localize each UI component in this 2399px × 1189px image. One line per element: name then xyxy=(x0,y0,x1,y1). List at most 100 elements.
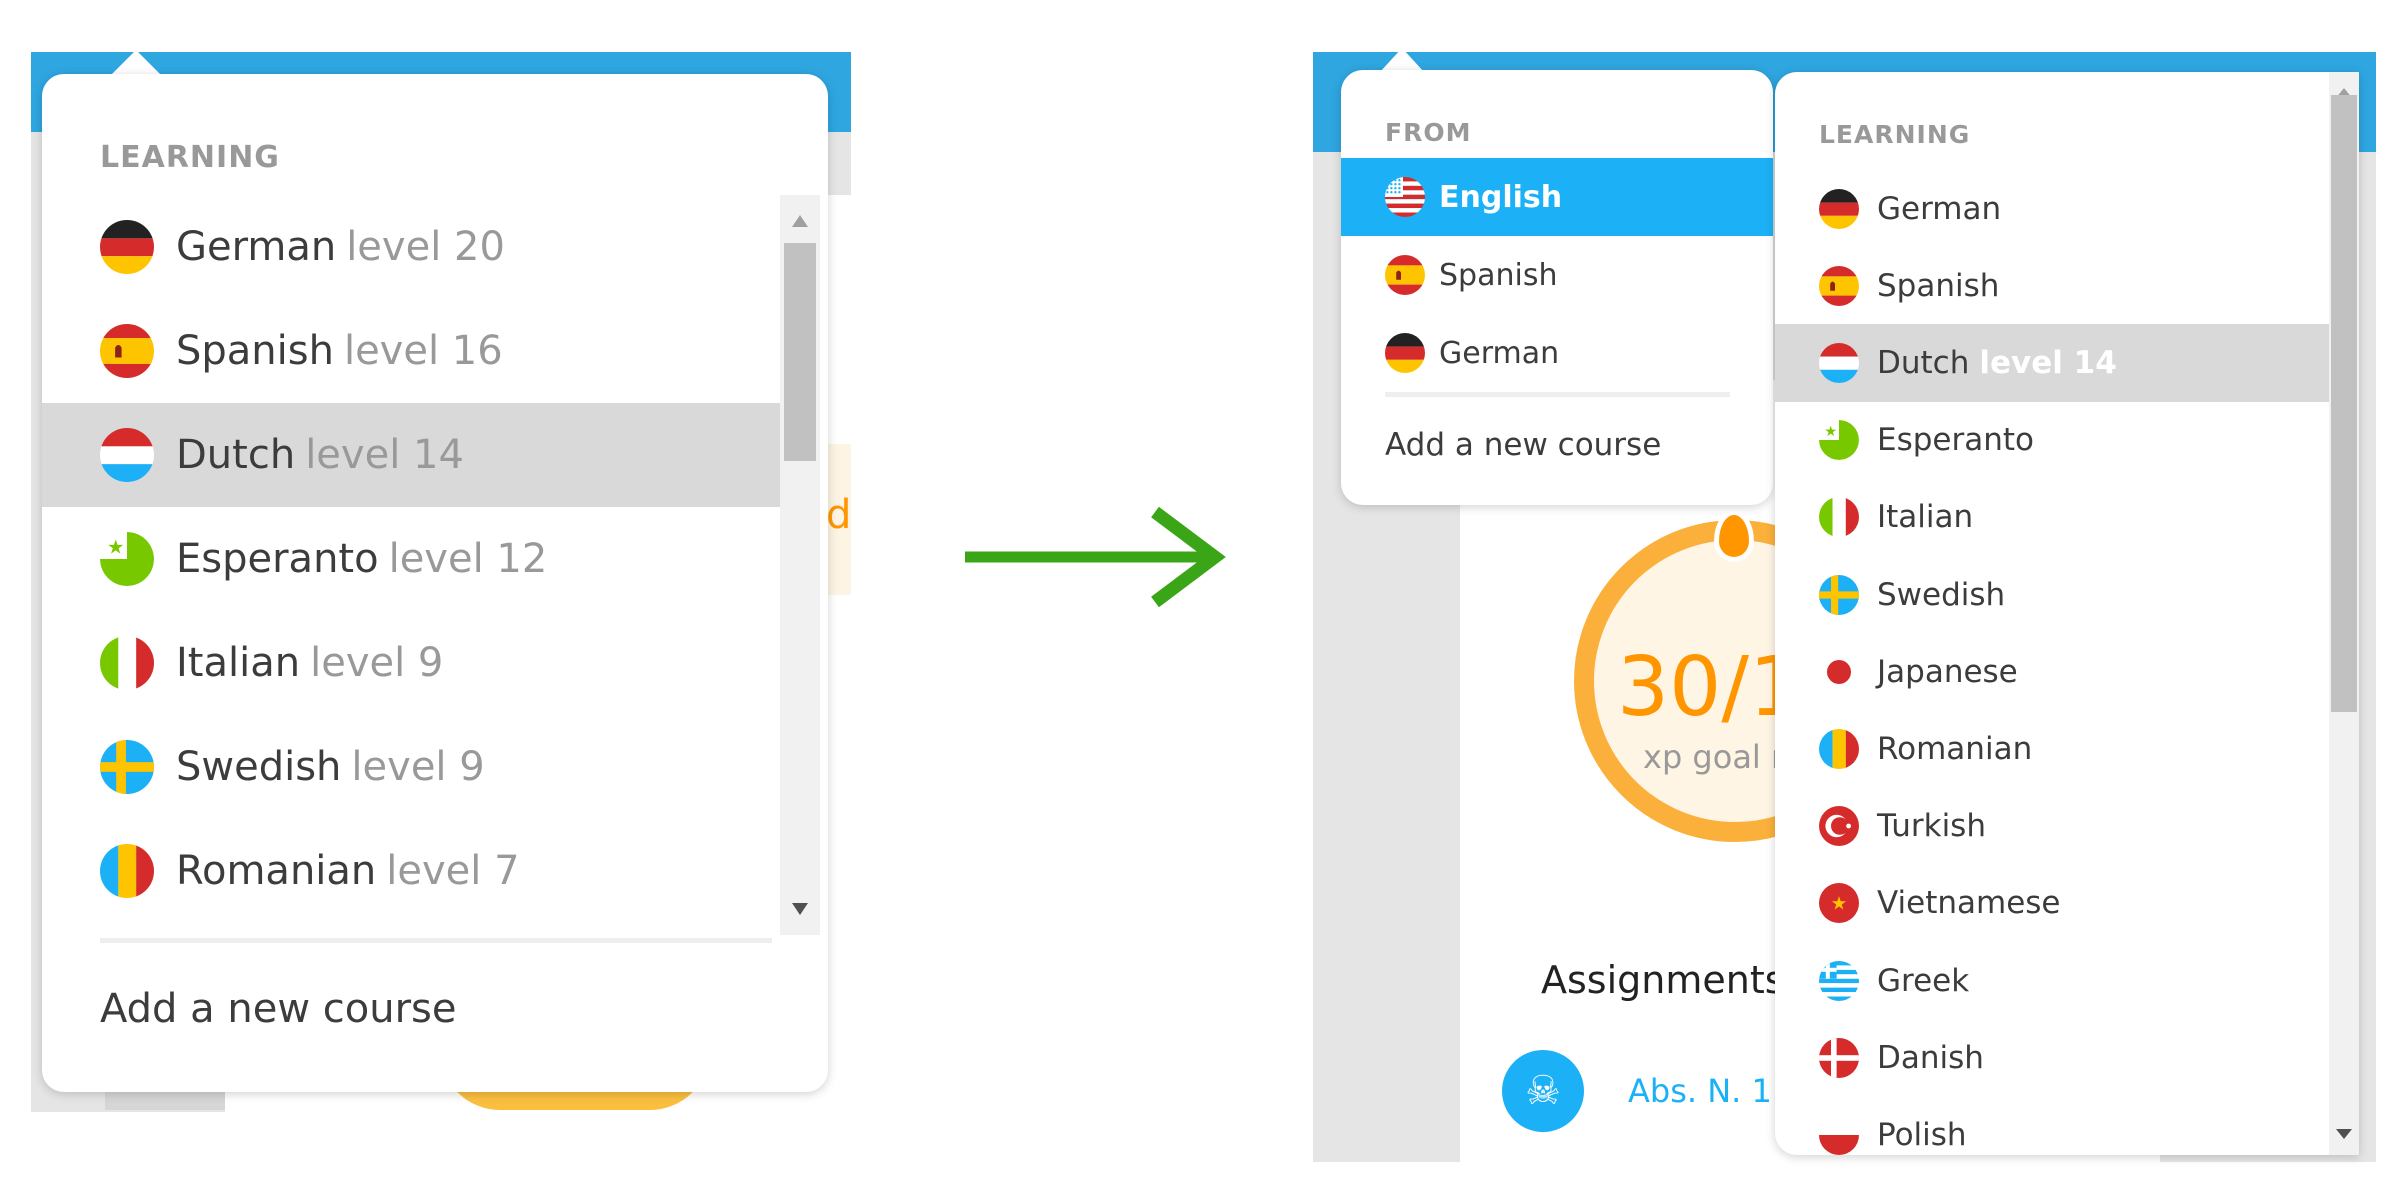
flag-nl-icon xyxy=(1819,342,1859,383)
language-name: Vietnamese xyxy=(1877,885,2061,922)
language-level: level 14 xyxy=(305,432,464,478)
assignment-link[interactable]: Abs. N. 1 xyxy=(1628,1072,1772,1110)
flag-gr-icon xyxy=(1819,960,1859,1001)
language-item-spanish[interactable]: Spanish xyxy=(1341,236,1773,314)
language-name: Italian xyxy=(176,640,301,686)
language-item-dutch[interactable]: Dutch level 14 xyxy=(1775,324,2329,402)
language-item-esperanto[interactable]: ★ Esperanto xyxy=(1775,402,2329,479)
language-name: German xyxy=(1877,190,2002,227)
language-name: German xyxy=(1439,335,1560,371)
divider xyxy=(100,938,772,943)
language-name: Turkish xyxy=(1877,808,1986,845)
scroll-down-icon[interactable] xyxy=(792,903,808,915)
language-item-esperanto[interactable]: ★ Esperanto level 12 xyxy=(42,507,780,611)
svg-text:★: ★ xyxy=(1831,894,1848,915)
language-item-swedish[interactable]: Swedish xyxy=(1775,556,2329,633)
language-name: German xyxy=(176,224,337,270)
language-item-english[interactable]: English xyxy=(1341,158,1773,236)
language-item-greek[interactable]: Greek xyxy=(1775,942,2329,1019)
svg-text:★: ★ xyxy=(107,536,124,559)
language-item-spanish[interactable]: Spanish xyxy=(1775,247,2329,324)
language-item-spanish[interactable]: Spanish level 16 xyxy=(42,299,780,403)
flag-tr-icon xyxy=(1819,806,1859,847)
language-item-italian[interactable]: Italian xyxy=(1775,479,2329,556)
language-item-german[interactable]: German xyxy=(1341,314,1773,392)
banner-partial-text: d xyxy=(826,492,851,538)
scrollbar[interactable] xyxy=(780,195,820,935)
language-name: Dutch xyxy=(1877,344,1970,381)
flag-es-icon xyxy=(1819,265,1859,306)
flag-se-icon xyxy=(100,740,154,794)
language-name: Esperanto xyxy=(176,536,379,582)
add-course-link[interactable]: Add a new course xyxy=(1385,427,1661,463)
language-name: Romanian xyxy=(1877,730,2033,767)
flag-it-icon xyxy=(1819,497,1859,538)
language-item-vietnamese[interactable]: ★ Vietnamese xyxy=(1775,865,2329,942)
language-item-italian[interactable]: Italian level 9 xyxy=(42,611,780,715)
language-name: Japanese xyxy=(1877,653,2018,690)
flag-dk-icon xyxy=(1819,1037,1859,1078)
flag-ro-icon xyxy=(1819,728,1859,769)
language-name: English xyxy=(1439,179,1563,215)
flag-jp-icon xyxy=(1819,651,1859,692)
skull-icon: ☠ xyxy=(1502,1050,1584,1132)
language-item-german[interactable]: German xyxy=(1775,170,2329,247)
flag-se-icon xyxy=(1819,574,1859,615)
flag-es-icon xyxy=(100,324,154,378)
language-level: level 14 xyxy=(1979,344,2117,381)
scroll-up-icon[interactable] xyxy=(792,215,808,227)
section-label-learning: LEARNING xyxy=(100,140,280,175)
flag-eo-icon: ★ xyxy=(1819,420,1859,461)
flag-ro-icon xyxy=(100,844,154,898)
language-item-german[interactable]: German level 20 xyxy=(42,195,780,299)
learning-language-dropdown: LEARNING German Spanish Dutch level 14 ★ Espe… xyxy=(1775,72,2359,1155)
assignments-title: Assignments xyxy=(1541,958,1785,1002)
language-name: Spanish xyxy=(1877,267,2000,304)
language-item-dutch[interactable]: Dutch level 14 xyxy=(42,403,780,507)
popup-caret xyxy=(1380,48,1424,72)
language-level: level 20 xyxy=(346,224,505,270)
language-item-swedish[interactable]: Swedish level 9 xyxy=(42,715,780,819)
language-item-polish[interactable]: Polish xyxy=(1775,1096,2329,1155)
flag-it-icon xyxy=(100,636,154,690)
language-name: Romanian xyxy=(176,848,377,894)
language-item-danish[interactable]: Danish xyxy=(1775,1019,2329,1096)
flag-pl-icon xyxy=(1819,1114,1859,1155)
scrollbar[interactable] xyxy=(2329,72,2359,1155)
language-name: Danish xyxy=(1877,1039,1984,1076)
scrollbar-thumb[interactable] xyxy=(784,243,816,461)
language-item-turkish[interactable]: Turkish xyxy=(1775,788,2329,865)
xp-goal-label: xp goal r xyxy=(1643,738,1785,776)
language-name: Spanish xyxy=(176,328,334,374)
language-item-romanian[interactable]: Romanian xyxy=(1775,710,2329,787)
right-arrow-icon xyxy=(965,506,1226,608)
divider xyxy=(1385,392,1730,397)
scrollbar-thumb[interactable] xyxy=(2331,95,2357,712)
scroll-down-icon[interactable] xyxy=(2336,1129,2352,1139)
section-label-learning: LEARNING xyxy=(1819,120,1971,149)
from-language-dropdown: FROM English Spanish German Add a new cour… xyxy=(1341,70,1773,505)
add-course-link[interactable]: Add a new course xyxy=(100,986,456,1032)
flag-us-icon xyxy=(1385,177,1425,217)
flag-vn-icon: ★ xyxy=(1819,883,1859,924)
language-name: Italian xyxy=(1877,499,1974,536)
language-item-japanese[interactable]: Japanese xyxy=(1775,633,2329,710)
language-name: Esperanto xyxy=(1877,422,2034,459)
language-level: level 9 xyxy=(310,640,444,686)
language-level: level 16 xyxy=(343,328,503,374)
svg-text:★: ★ xyxy=(1824,424,1837,440)
flag-de-icon xyxy=(1819,188,1859,229)
language-name: Spanish xyxy=(1439,257,1558,293)
flag-de-icon xyxy=(1385,333,1425,373)
language-level: level 9 xyxy=(351,744,485,790)
flag-es-icon xyxy=(1385,255,1425,295)
language-name: Polish xyxy=(1877,1116,1967,1153)
xp-progress: 30/1 xyxy=(1617,640,1802,735)
language-level: level 12 xyxy=(388,536,548,582)
language-item-romanian[interactable]: Romanian level 7 xyxy=(42,819,780,923)
flag-nl-icon xyxy=(100,428,154,482)
language-name: Swedish xyxy=(176,744,342,790)
popup-caret xyxy=(110,50,162,76)
section-label-from: FROM xyxy=(1385,118,1472,147)
language-name: Dutch xyxy=(176,432,296,478)
